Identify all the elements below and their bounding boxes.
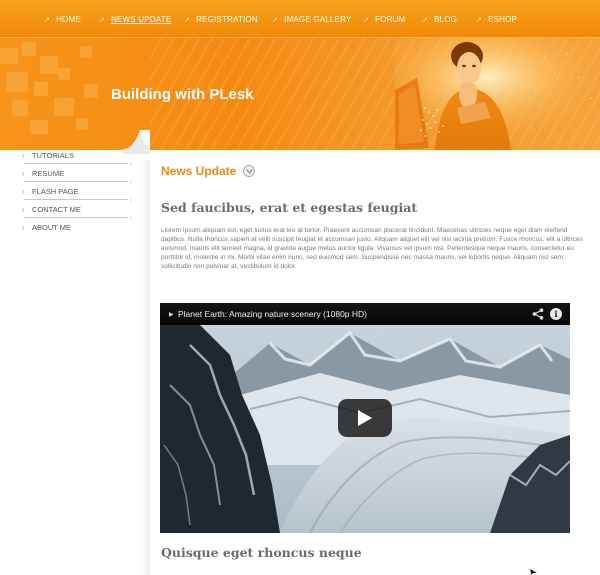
nav-item-label: FORUM — [375, 15, 406, 24]
nav-item-eshop[interactable]: ↗ ESHOP — [476, 14, 517, 26]
sidebar-item-flash-page[interactable]: › FLASH PAGE › — [22, 187, 132, 205]
video-title-bar: ▶ Planet Earth: Amazing nature scenery (… — [160, 303, 570, 325]
sidebar-item-contact-me[interactable]: › CONTACT ME › — [22, 205, 132, 223]
nav-item-registration[interactable]: ↗ REGISTRATION — [184, 14, 258, 26]
site-title: Building with PLesk — [111, 86, 254, 103]
divider — [24, 217, 128, 218]
chevron-right-icon: › — [22, 205, 25, 214]
banner-photo — [395, 38, 600, 150]
article-title: Sed faucibus, erat et egestas feugiat — [161, 200, 418, 215]
section-title: News Update — [161, 164, 237, 178]
sidebar-item-label: FLASH PAGE — [32, 187, 79, 196]
nav-item-home[interactable]: ↗ HOME — [44, 14, 81, 26]
article-title-2: Quisque eget rhoncus neque — [161, 545, 362, 560]
divider — [24, 163, 128, 164]
play-button[interactable] — [338, 399, 392, 437]
divider — [24, 199, 128, 200]
play-icon — [358, 410, 372, 426]
nav-item-label: IMAGE GALLERY — [284, 15, 352, 24]
arrow-icon: ↗ — [99, 17, 106, 24]
nav-item-news-update[interactable]: ↗ NEWS UPDATE — [99, 14, 171, 26]
arrow-right-icon: › — [129, 197, 132, 204]
arrow-icon: ↗ — [184, 17, 191, 24]
play-small-icon: ▶ — [169, 312, 174, 318]
chevron-right-icon: › — [22, 151, 25, 160]
sidebar-item-label: TUTORIALS — [32, 151, 74, 160]
arrow-icon: ↗ — [272, 17, 279, 24]
nav-item-forum[interactable]: ↗ FORUM — [363, 14, 405, 26]
nav-item-blog[interactable]: ↗ BLOG — [422, 14, 457, 26]
nav-item-label: REGISTRATION — [196, 15, 258, 24]
left-sidebar: › TUTORIALS › › RESUME › › FLASH PAGE › … — [0, 130, 150, 575]
arrow-right-icon: › — [129, 161, 132, 168]
nav-item-image-gallery[interactable]: ↗ IMAGE GALLERY — [272, 14, 351, 26]
nav-item-label: ESHOP — [488, 15, 518, 24]
sidebar-item-about-me[interactable]: › ABOUT ME — [22, 223, 130, 241]
nav-item-label: HOME — [56, 15, 81, 24]
arrow-icon: ↗ — [476, 17, 483, 24]
chevron-right-icon: › — [22, 169, 25, 178]
nav-item-label: NEWS UPDATE — [111, 15, 172, 24]
arrow-icon: ↗ — [363, 17, 370, 24]
chevron-right-icon: › — [22, 187, 25, 196]
info-icon[interactable]: i — [550, 308, 562, 320]
arrow-right-icon: › — [129, 179, 132, 186]
article-body: Llorem ipsum aliquam est, eget luctus er… — [161, 227, 583, 271]
share-icon[interactable] — [532, 308, 544, 320]
sidebar-item-tutorials[interactable]: › TUTORIALS › — [22, 151, 132, 169]
nav-item-label: BLOG — [434, 15, 458, 24]
arrow-right-icon: › — [129, 215, 132, 222]
top-navigation: ↗ HOME ↗ NEWS UPDATE ↗ REGISTRATION ↗ IMAGE … — [0, 0, 600, 38]
chevron-down-icon — [246, 169, 253, 174]
collapse-toggle[interactable] — [243, 165, 255, 177]
chevron-right-icon: › — [22, 223, 25, 232]
mouse-cursor-icon — [530, 569, 537, 575]
sidebar-shadow — [140, 160, 150, 575]
sidebar-item-resume[interactable]: › RESUME › — [22, 169, 132, 187]
divider — [24, 181, 128, 182]
arrow-icon: ↗ — [422, 17, 429, 24]
video-title[interactable]: Planet Earth: Amazing nature scenery (10… — [178, 309, 367, 319]
video-player[interactable]: ▶ Planet Earth: Amazing nature scenery (… — [160, 303, 570, 533]
arrow-icon: ↗ — [44, 17, 51, 24]
sidebar-item-label: ABOUT ME — [32, 223, 72, 232]
sidebar-item-label: CONTACT ME — [32, 205, 81, 214]
sidebar-item-label: RESUME — [32, 169, 65, 178]
